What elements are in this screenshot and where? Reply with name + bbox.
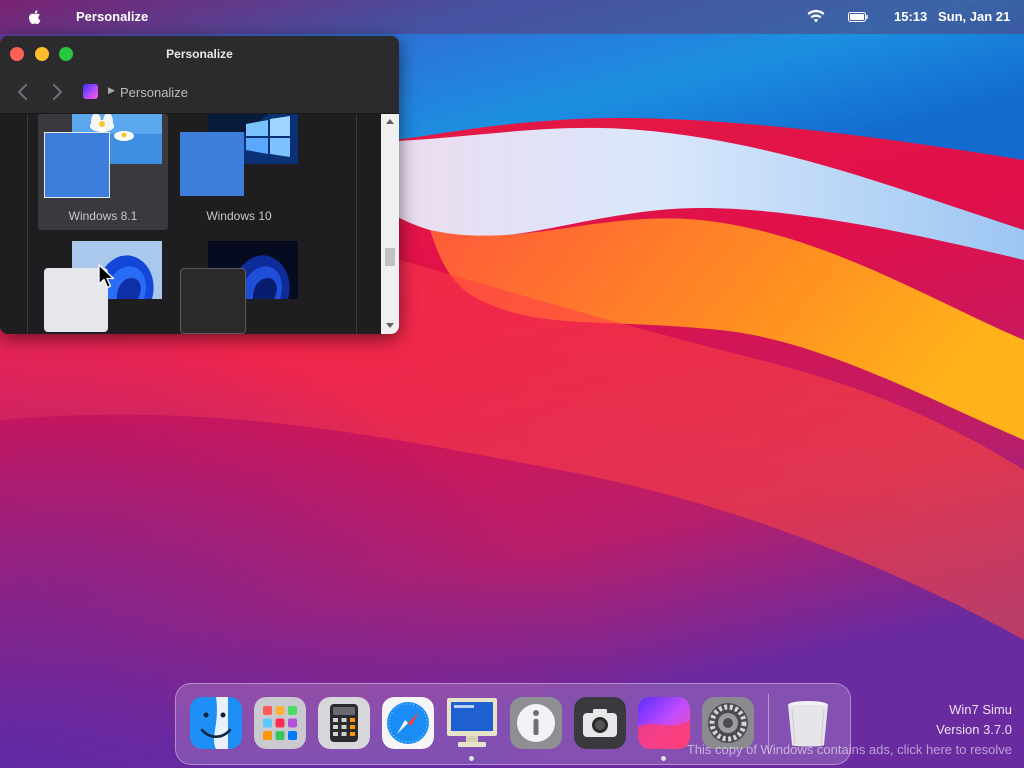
menu-bar: Personalize 15:13 Sun, Jan 21 [0,0,1024,34]
accent-swatch [44,132,110,198]
safari-icon[interactable] [382,697,434,749]
personalize-window: Personalize ▶ Personalize Windows 8.1 Wi… [0,36,399,334]
vertical-scrollbar[interactable] [381,114,399,334]
accent-swatch [180,132,244,196]
monitor-icon[interactable] [446,697,498,749]
accent-swatch [180,268,246,334]
grid-divider [356,114,357,334]
menu-date[interactable]: Sun, Jan 21 [938,9,1010,24]
window-toolbar: ▶ Personalize [0,72,399,114]
personalize-icon [83,84,98,99]
window-titlebar[interactable]: Personalize [0,36,399,72]
scrollbar-thumb[interactable] [385,248,395,266]
breadcrumb-arrow-icon: ▶ [108,85,115,95]
theme-tile-windows-11-dark[interactable] [174,238,304,334]
watermark-version: Version 3.7.0 [936,722,1012,737]
watermark-ads-notice[interactable]: This copy of Windows contains ads, click… [687,742,1012,757]
running-indicator [661,756,666,761]
watermark-product: Win7 Simu [949,702,1012,717]
personalize-app-icon[interactable] [638,697,690,749]
theme-label: Windows 10 [206,209,272,223]
grid-divider [27,114,28,334]
calculator-icon[interactable] [318,697,370,749]
theme-grid: Windows 8.1 Windows 10 [0,114,399,334]
camera-icon[interactable] [574,697,626,749]
theme-tile-windows-10[interactable]: Windows 10 [174,114,304,230]
info-icon[interactable] [510,697,562,749]
back-arrow-icon[interactable] [15,82,31,102]
theme-label: Windows 8.1 [68,209,138,223]
active-app-name[interactable]: Personalize [76,9,148,24]
forward-arrow-icon[interactable] [49,82,65,102]
breadcrumb-label[interactable]: Personalize [120,85,188,100]
scroll-down-arrow-icon[interactable] [381,318,399,332]
mouse-cursor-icon [98,264,115,289]
finder-icon[interactable] [190,697,242,749]
scroll-up-arrow-icon[interactable] [381,115,399,129]
theme-tile-windows-8-1[interactable]: Windows 8.1 [38,114,168,230]
wifi-icon[interactable] [806,8,826,24]
window-title: Personalize [166,47,233,61]
battery-icon[interactable] [848,12,868,22]
menu-clock[interactable]: 15:13 [894,9,927,24]
apple-icon[interactable] [26,8,44,26]
launchpad-icon[interactable] [254,697,306,749]
running-indicator [469,756,474,761]
